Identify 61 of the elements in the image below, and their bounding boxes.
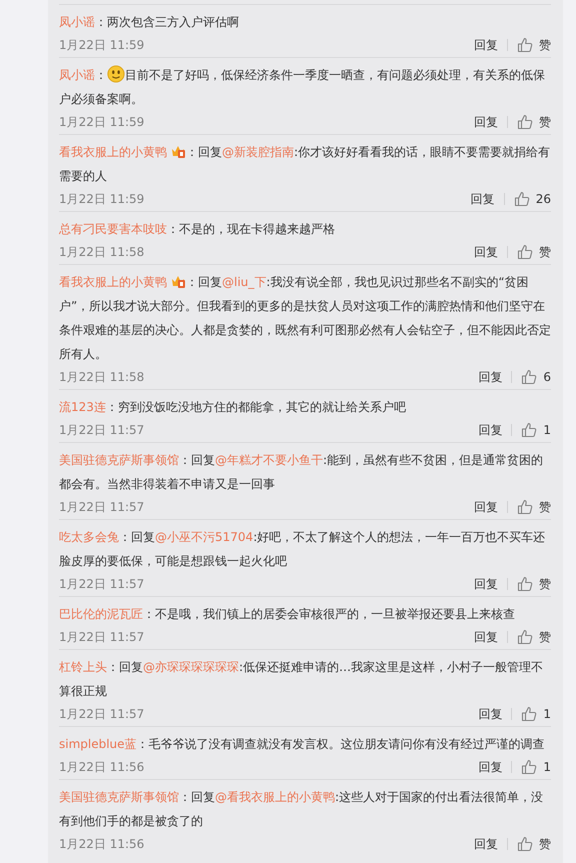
- thumbs-up-icon[interactable]: [517, 629, 533, 645]
- comment-time: 1月22日 11:57: [59, 706, 144, 722]
- comment-time: 1月22日 11:58: [59, 368, 144, 386]
- comment-text: 巴比伦的泥瓦匠：不是哦，我们镇上的居委会审核很严的，一旦被举报还要县上来核查: [59, 606, 516, 623]
- like-count[interactable]: 赞: [539, 836, 551, 852]
- like-count[interactable]: 1: [543, 760, 551, 774]
- thumbs-up-icon[interactable]: [521, 422, 538, 438]
- comment-text: 看我衣服上的小黄鸭 ：回复@新装腔指南:你才该好好看看我的话，眼睛不要需要就捐给有需要的人: [59, 143, 551, 185]
- like-count[interactable]: 赞: [539, 36, 551, 54]
- reply-link[interactable]: 回复: [474, 36, 498, 54]
- reply-link[interactable]: 回复: [478, 422, 502, 438]
- reply-link[interactable]: 回复: [474, 836, 498, 852]
- thumbs-up-icon[interactable]: [521, 369, 538, 385]
- like-count[interactable]: 赞: [539, 498, 551, 516]
- comment-time: 1月22日 11:57: [59, 498, 144, 516]
- reply-link[interactable]: 回复: [470, 190, 495, 208]
- thumbs-up-icon[interactable]: [514, 191, 530, 207]
- comment-text: 流123连：穷到没饭吃没地方住的都能拿，其它的就让给关系户吧: [59, 399, 407, 416]
- thumbs-up-icon[interactable]: [517, 576, 533, 592]
- comment-text: 美国驻德克萨斯事领馆：回复@年糕才不要小鱼干:能到，虽然有些不贫困，但是通常贫困的都会有。当然非得装着不申请又是一回事: [59, 452, 544, 493]
- comment-text: 吃太多会兔：回复@小巫不污51704:好吧，不太了解这个人的想法，一年一百万也不买车还脸皮厚的要低保，可能是想跟钱一起火化吧: [59, 529, 546, 570]
- thumbs-up-icon[interactable]: [517, 37, 533, 53]
- like-count[interactable]: 26: [536, 192, 551, 206]
- reply-link[interactable]: 回复: [474, 628, 498, 646]
- like-count[interactable]: 赞: [539, 576, 551, 592]
- thumbs-up-icon[interactable]: [517, 244, 533, 260]
- comment-time: 1月22日 11:57: [59, 576, 144, 592]
- comment-time: 1月22日 11:57: [59, 628, 144, 646]
- thumbs-up-icon[interactable]: [517, 836, 533, 852]
- reply-link[interactable]: 回复: [474, 114, 498, 130]
- reply-link[interactable]: 回复: [474, 498, 498, 516]
- thumbs-up-icon[interactable]: [517, 499, 533, 515]
- like-count[interactable]: 6: [543, 370, 551, 384]
- thumbs-up-icon[interactable]: [521, 706, 538, 722]
- reply-link[interactable]: 回复: [478, 706, 502, 722]
- comment-text: 总有刁民要害本吱吱：不是的，现在卡得越来越严格: [59, 221, 336, 238]
- comment-text: simpleblue蓝：毛爷爷说了没有调查就没有发言权。这位朋友请问你有没有经过严谨的调查: [59, 736, 546, 753]
- reply-link[interactable]: 回复: [478, 758, 502, 776]
- comment-text: 美国驻德克萨斯事领馆：回复@看我衣服上的小黄鸭:这些人对于国家的付出看法很简单，没有到他们手的都是被贪了的: [59, 789, 544, 830]
- like-count[interactable]: 1: [543, 423, 551, 437]
- thumbs-up-icon[interactable]: [521, 759, 538, 775]
- reply-link[interactable]: 回复: [478, 368, 502, 386]
- comment-time: 1月22日 11:56: [59, 836, 144, 852]
- smiley-icon: [107, 65, 125, 83]
- like-count[interactable]: 1: [543, 707, 551, 721]
- comment-text: 杠铃上头：回复@亦琛琛琛琛琛琛:低保还挺难申请的…我家这里是这样，小村子一般管理不算很正规: [59, 659, 544, 700]
- comment-text: 凤小谣：两次包含三方入户评估啊: [59, 14, 240, 31]
- like-count[interactable]: 赞: [539, 244, 551, 260]
- comment-time: 1月22日 11:57: [59, 422, 144, 438]
- like-count[interactable]: 赞: [539, 628, 551, 646]
- comment-time: 1月22日 11:56: [59, 758, 144, 776]
- reply-link[interactable]: 回复: [474, 576, 498, 592]
- comment-time: 1月22日 11:59: [59, 36, 144, 54]
- comment-time: 1月22日 11:59: [59, 114, 144, 130]
- comment-time: 1月22日 11:59: [59, 190, 144, 208]
- comment-text: 凤小谣： 目前不是了好吗，低保经济条件一季度一晒查，有问题必须处理，有关系的低保户必须备案啊。: [59, 63, 551, 111]
- comment-text: 看我衣服上的小黄鸭 ：回复@liu_下:我没有说全部，我也见识过那些名不副实的“贫困户”，所以我才说大部分。但我看到的更多的是扶贫人员对这项工作的满腔热情和他们坚守在条件艰难的基层的决心。人都是贪婪的，既然有利可图那必然有人会钻空子，但不能因此否定所有人。: [59, 273, 551, 363]
- like-count[interactable]: 赞: [539, 114, 551, 130]
- comment-time: 1月22日 11:58: [59, 244, 144, 260]
- reply-link[interactable]: 回复: [474, 244, 498, 260]
- thumbs-up-icon[interactable]: [517, 114, 533, 130]
